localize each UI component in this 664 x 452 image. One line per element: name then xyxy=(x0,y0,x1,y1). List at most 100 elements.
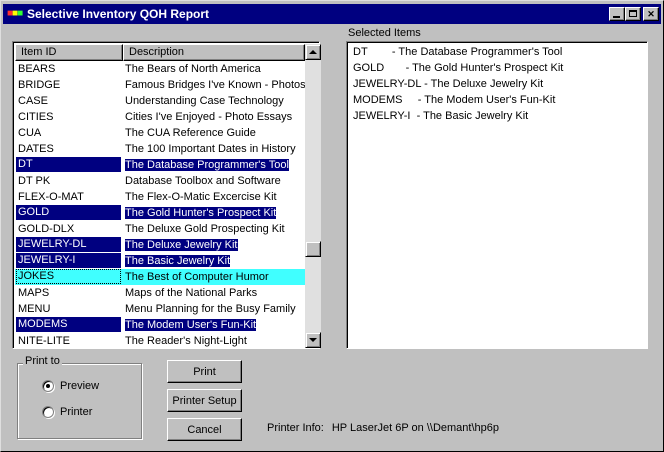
cell-item-id-text: GOLD xyxy=(16,205,121,220)
cancel-button[interactable]: Cancel xyxy=(167,418,242,441)
cell-item-id-text: MENU xyxy=(18,303,51,315)
cell-item-id-text: FLEX-O-MAT xyxy=(18,191,84,203)
cell-item-id-text: MAPS xyxy=(18,287,50,299)
scroll-thumb[interactable] xyxy=(305,241,321,257)
table-row[interactable]: DT The Database Programmer's Tool xyxy=(15,157,305,173)
cell-description-text: The Bears of North America xyxy=(125,63,261,75)
close-button[interactable]: ✕ xyxy=(643,7,659,21)
cell-description: The Flex-O-Matic Excercise Kit xyxy=(123,189,305,205)
inventory-list-scrollbar[interactable] xyxy=(305,44,321,348)
cell-description-text: Maps of the National Parks xyxy=(125,287,258,299)
cell-item-id-text: BEARS xyxy=(18,63,56,75)
table-row[interactable]: MODEMS The Modem User's Fun-Kit xyxy=(15,317,305,333)
cell-description-text: The Basic Jewelry Kit xyxy=(125,255,231,267)
cell-description: Database Toolbox and Software xyxy=(123,173,305,189)
cell-description: The Bears of North America xyxy=(123,61,305,77)
table-row[interactable]: GOLD The Gold Hunter's Prospect Kit xyxy=(15,205,305,221)
cell-description-text: Database Toolbox and Software xyxy=(125,175,281,187)
cell-item-id: MAPS xyxy=(15,285,123,301)
cell-item-id: JOKES xyxy=(15,269,123,285)
cell-description: The Modem User's Fun-Kit xyxy=(123,317,305,333)
cell-description-text: Famous Bridges I've Known - Photos xyxy=(125,79,305,91)
cell-item-id-text: CASE xyxy=(18,95,48,107)
cell-item-id: DATES xyxy=(15,141,123,157)
maximize-button[interactable] xyxy=(625,7,641,21)
cell-item-id: JEWELRY-DL xyxy=(15,237,123,253)
cell-item-id: BRIDGE xyxy=(15,77,123,93)
cell-description: Menu Planning for the Busy Family xyxy=(123,301,305,317)
cell-item-id-text: CUA xyxy=(18,127,42,139)
cell-item-id-text: CITIES xyxy=(18,111,54,123)
list-item[interactable]: DT - The Database Programmer's Tool xyxy=(353,44,562,60)
cell-item-id-text: BRIDGE xyxy=(18,79,61,91)
selected-items-list[interactable]: DT - The Database Programmer's Tool GOLD … xyxy=(346,41,648,349)
table-row[interactable]: BEARS The Bears of North America xyxy=(15,61,305,77)
cell-item-id: CITIES xyxy=(15,109,123,125)
table-row[interactable]: DATES The 100 Important Dates in History xyxy=(15,141,305,157)
window-title: Selective Inventory QOH Report xyxy=(27,7,210,21)
cell-description: Understanding Case Technology xyxy=(123,93,305,109)
cell-item-id: BEARS xyxy=(15,61,123,77)
cell-item-id-text: DT xyxy=(16,157,121,172)
minimize-button[interactable] xyxy=(609,7,625,21)
maximize-icon xyxy=(629,10,637,17)
radio-printer[interactable]: Printer xyxy=(42,404,92,420)
radio-preview[interactable]: Preview xyxy=(42,378,99,394)
cell-item-id: NITE-LITE xyxy=(15,333,123,347)
table-row[interactable]: JEWELRY-DL The Deluxe Jewelry Kit xyxy=(15,237,305,253)
cell-description-text: The Modem User's Fun-Kit xyxy=(125,319,257,331)
list-item[interactable]: GOLD - The Gold Hunter's Prospect Kit xyxy=(353,60,563,76)
scroll-down-button[interactable] xyxy=(305,332,321,348)
table-row[interactable]: FLEX-O-MAT The Flex-O-Matic Excercise Kit xyxy=(15,189,305,205)
list-item[interactable]: JEWELRY-DL - The Deluxe Jewelry Kit xyxy=(353,76,543,92)
cell-item-id: FLEX-O-MAT xyxy=(15,189,123,205)
table-row[interactable]: MENU Menu Planning for the Busy Family xyxy=(15,301,305,317)
inventory-list[interactable]: Item ID Description BEARS The Bears of No… xyxy=(12,41,321,349)
table-row[interactable]: BRIDGE Famous Bridges I've Known - Photos xyxy=(15,77,305,93)
inventory-list-rows: BEARS The Bears of North America BRIDGE Fam… xyxy=(15,61,305,347)
cell-description: The Deluxe Jewelry Kit xyxy=(123,237,305,253)
cell-item-id: CUA xyxy=(15,125,123,141)
column-header-description[interactable]: Description xyxy=(123,44,305,61)
selected-items-label: Selected Items xyxy=(348,27,421,39)
print-to-label: Print to xyxy=(23,355,62,367)
print-to-group xyxy=(17,363,142,439)
minimize-icon xyxy=(613,16,620,18)
table-row[interactable]: CASE Understanding Case Technology xyxy=(15,93,305,109)
printer-info: Printer Info: HP LaserJet 6P on \\Demant\… xyxy=(267,422,499,434)
inventory-list-header: Item ID Description xyxy=(15,44,305,61)
table-row[interactable]: CUA The CUA Reference Guide xyxy=(15,125,305,141)
report-window: ■■■ Selective Inventory QOH Report ✕ Ite… xyxy=(0,0,664,452)
cell-description: The 100 Important Dates in History xyxy=(123,141,305,157)
table-row[interactable]: CITIES Cities I've Enjoyed - Photo Essays xyxy=(15,109,305,125)
column-header-item-id[interactable]: Item ID xyxy=(15,44,123,61)
table-row[interactable]: MAPS Maps of the National Parks xyxy=(15,285,305,301)
table-row[interactable]: JOKES The Best of Computer Humor xyxy=(15,269,305,285)
cell-item-id-text: MODEMS xyxy=(16,317,121,332)
cell-item-id: GOLD-DLX xyxy=(15,221,123,237)
list-item[interactable]: MODEMS - The Modem User's Fun-Kit xyxy=(353,92,555,108)
cell-item-id-text: JEWELRY-I xyxy=(16,253,121,268)
arrow-up-icon xyxy=(309,50,317,54)
table-row[interactable]: DT PK Database Toolbox and Software xyxy=(15,173,305,189)
print-button[interactable]: Print xyxy=(167,360,242,383)
cell-item-id: MODEMS xyxy=(15,317,123,333)
radio-printer-indicator[interactable] xyxy=(42,406,54,418)
printer-setup-button[interactable]: Printer Setup xyxy=(167,389,242,412)
cell-item-id: JEWELRY-I xyxy=(15,253,123,269)
cell-description-text: Cities I've Enjoyed - Photo Essays xyxy=(125,111,293,123)
cell-description-text: The Database Programmer's Tool xyxy=(125,159,289,171)
cell-item-id: DT PK xyxy=(15,173,123,189)
radio-preview-indicator[interactable] xyxy=(42,380,54,392)
cell-item-id-text: JEWELRY-DL xyxy=(16,237,121,252)
cell-description: Maps of the National Parks xyxy=(123,285,305,301)
table-row[interactable]: JEWELRY-I The Basic Jewelry Kit xyxy=(15,253,305,269)
list-item[interactable]: JEWELRY-I - The Basic Jewelry Kit xyxy=(353,108,528,124)
scroll-up-button[interactable] xyxy=(305,44,321,60)
table-row[interactable]: GOLD-DLX The Deluxe Gold Prospecting Kit xyxy=(15,221,305,237)
cell-description: The CUA Reference Guide xyxy=(123,125,305,141)
cell-description-text: The Reader's Night-Light xyxy=(125,335,247,347)
table-row[interactable]: NITE-LITE The Reader's Night-Light xyxy=(15,333,305,347)
cell-item-id: MENU xyxy=(15,301,123,317)
title-bar[interactable]: ■■■ Selective Inventory QOH Report ✕ xyxy=(3,4,661,24)
